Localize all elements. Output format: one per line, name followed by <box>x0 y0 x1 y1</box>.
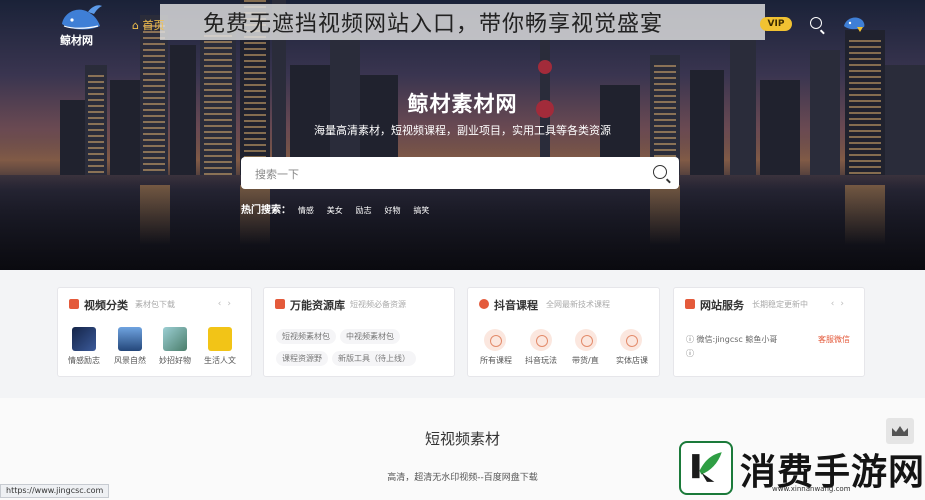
info-icon: ⓘ <box>686 349 694 358</box>
overlay-title: 免费无遮挡视频网站入口，带你畅享视觉盛宴 <box>203 12 664 37</box>
river-water <box>0 175 925 270</box>
course-sales-icon[interactable] <box>575 329 597 351</box>
hot-keyword[interactable]: 情感 <box>298 206 314 215</box>
vip-side-button[interactable] <box>886 418 914 444</box>
service-wechat: ⓘ 微信:jingcsc 鲸鱼小哥 <box>686 335 778 344</box>
search-input[interactable]: 搜索一下 <box>241 157 679 189</box>
card-title[interactable]: 万能资源库 <box>290 297 345 313</box>
info-icon: ⓘ <box>686 335 697 344</box>
hot-search-label: 热门搜索： <box>241 205 291 216</box>
service-row-2: ⓘ <box>686 348 694 359</box>
thumb-scenery[interactable] <box>118 327 142 351</box>
resource-tag[interactable]: 新版工具（待上线） <box>332 351 416 366</box>
course-play-icon[interactable] <box>530 329 552 351</box>
thumb-life[interactable] <box>208 327 232 351</box>
card-resource-library: 万能资源库 短视频必备资源 短视频素材包 中视频素材包 课程资源野 新版工具（待… <box>263 287 455 377</box>
card-site-service: 网站服务 长期稳定更新中 ‹› ⓘ 微信:jingcsc 鲸鱼小哥 ⓘ 客服微信 <box>673 287 865 377</box>
search-submit-icon[interactable] <box>653 165 667 179</box>
thumb-label[interactable]: 情感励志 <box>68 355 100 366</box>
video-category-icon <box>69 299 79 309</box>
tower-sphere <box>538 60 552 74</box>
service-icon <box>685 299 695 309</box>
resource-tag[interactable]: 中视频素材包 <box>340 329 400 344</box>
avatar-icon[interactable] <box>842 12 866 34</box>
card-subtitle: 长期稳定更新中 <box>752 300 808 309</box>
thumb-label[interactable]: 生活人文 <box>204 355 236 366</box>
leaf-k-icon <box>692 452 722 482</box>
crown-icon <box>892 426 908 436</box>
carousel-arrows-icon[interactable]: ‹› <box>831 299 850 309</box>
site-title: 鲸材素材网 <box>407 92 518 116</box>
resource-tag[interactable]: 短视频素材包 <box>276 329 336 344</box>
watermark-url: www.xinnanwang.com <box>772 485 851 493</box>
thumb-emotion[interactable] <box>72 327 96 351</box>
vip-badge[interactable]: VIP <box>760 17 792 31</box>
thumb-label[interactable]: 妙招好物 <box>159 355 191 366</box>
course-label[interactable]: 所有课程 <box>480 355 512 366</box>
course-store-icon[interactable] <box>620 329 642 351</box>
resource-library-icon <box>275 299 285 309</box>
skyline-building <box>885 65 925 175</box>
card-subtitle: 短视频必备资源 <box>350 300 406 309</box>
carousel-arrows-icon[interactable]: ‹› <box>218 299 237 309</box>
course-all-icon[interactable] <box>484 329 506 351</box>
card-douyin-course: 抖音课程 全网最新技术课程 所有课程 抖音玩法 带货/直 实体店课 <box>467 287 660 377</box>
search-placeholder: 搜索一下 <box>255 168 299 181</box>
course-label[interactable]: 抖音玩法 <box>525 355 557 366</box>
hot-keyword[interactable]: 励志 <box>356 206 372 215</box>
status-bar-url: https://www.jingcsc.com <box>0 484 110 498</box>
course-label[interactable]: 实体店课 <box>616 355 648 366</box>
course-label[interactable]: 带货/直 <box>572 355 599 366</box>
light-reflection <box>650 185 680 245</box>
card-title[interactable]: 抖音课程 <box>494 297 538 313</box>
card-subtitle: 全网最新技术课程 <box>546 300 610 309</box>
leaf-k-logo <box>679 441 733 495</box>
hot-keyword[interactable]: 搞笑 <box>413 206 429 215</box>
card-subtitle: 素材包下载 <box>135 300 175 309</box>
light-reflection <box>140 185 170 245</box>
logo-text[interactable]: 鲸材网 <box>60 32 93 48</box>
site-subtitle: 海量高清素材，短视频课程，副业项目，实用工具等各类资源 <box>314 124 611 137</box>
thumb-label[interactable]: 风景自然 <box>114 355 146 366</box>
hot-keyword[interactable]: 好物 <box>385 206 401 215</box>
course-icon <box>479 299 489 309</box>
resource-tag[interactable]: 课程资源野 <box>276 351 328 366</box>
hot-keyword[interactable]: 美女 <box>327 206 343 215</box>
hot-searches: 热门搜索： 情感 美女 励志 好物 搞笑 <box>241 201 439 216</box>
light-reflection <box>845 185 885 245</box>
customer-service-link[interactable]: 客服微信 <box>818 334 850 345</box>
card-title[interactable]: 网站服务 <box>700 297 744 313</box>
thumb-tips[interactable] <box>163 327 187 351</box>
card-video-category: 视频分类 素材包下载 ‹› 情感励志 风景自然 妙招好物 生活人文 <box>57 287 252 377</box>
search-icon[interactable] <box>810 17 822 29</box>
card-title[interactable]: 视频分类 <box>84 297 128 313</box>
nav-home[interactable]: ⌂ 首页 <box>132 17 164 33</box>
